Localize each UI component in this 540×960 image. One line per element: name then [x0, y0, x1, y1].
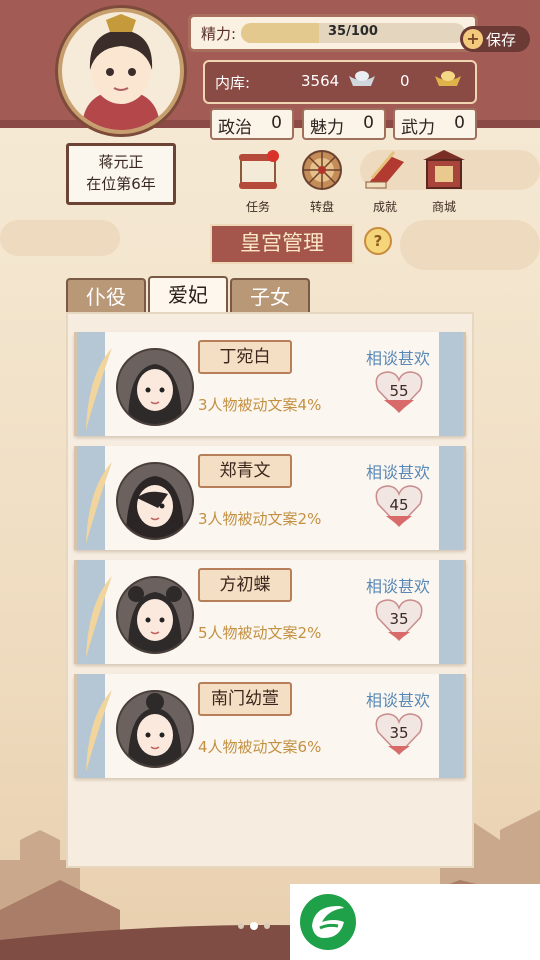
consort-relation: 相谈甚欢	[366, 463, 431, 482]
consort-card[interactable]: 南门幼萱 4人物被动文案6% 相谈甚欢 35	[74, 674, 466, 778]
silver-ingot-icon	[349, 71, 375, 86]
consort-name: 方初蝶	[198, 568, 292, 602]
scroll-task-icon	[239, 150, 279, 189]
cloud-decoration	[400, 220, 540, 270]
section-title: 皇宫管理	[210, 224, 354, 264]
menu-wheel-button[interactable]: 转盘	[292, 148, 352, 218]
treasury-label: 内库:	[215, 74, 251, 92]
save-button[interactable]: + 保存	[460, 26, 530, 52]
consort-description: 3人物被动文案2%	[198, 510, 322, 528]
consort-portrait	[116, 348, 194, 426]
save-label: 保存	[486, 31, 517, 49]
energy-panel: 精力: 35/100	[188, 14, 478, 52]
player-avatar[interactable]	[58, 8, 184, 134]
menu-shop-button[interactable]: 商城	[414, 148, 474, 218]
page-dot-active[interactable]	[250, 922, 258, 930]
plus-icon: +	[463, 29, 483, 49]
menu-label: 任务	[245, 200, 270, 214]
energy-label: 精力:	[201, 25, 237, 43]
consort-name: 丁宛白	[198, 340, 292, 374]
menu-label: 商城	[431, 200, 456, 214]
energy-value: 35/100	[328, 24, 378, 39]
page-indicator	[232, 916, 292, 936]
favor-value: 35	[389, 610, 409, 628]
treasury-panel: 内库: 3564 0	[203, 60, 477, 104]
tab-children[interactable]: 子女	[230, 278, 310, 314]
consort-relation: 相谈甚欢	[366, 349, 431, 368]
consort-portrait	[116, 690, 194, 768]
stat-value: 0	[454, 113, 465, 133]
silver-amount: 3564	[301, 72, 340, 90]
watermark-logo-area	[290, 884, 540, 960]
page-dot[interactable]	[264, 923, 270, 929]
feather-icon	[86, 462, 112, 544]
stat-military: 武力 0	[393, 108, 477, 140]
menu-task-button[interactable]: 任务	[228, 148, 288, 218]
favor-value: 35	[389, 724, 409, 742]
menu-label: 成就	[372, 200, 397, 214]
tab-consorts[interactable]: 爱妃	[148, 276, 228, 314]
feather-icon	[86, 690, 112, 772]
menu-label: 转盘	[309, 200, 334, 214]
leaf-logo-icon	[300, 894, 356, 950]
consort-card[interactable]: 郑青文 3人物被动文案2% 相谈甚欢 45	[74, 446, 466, 550]
page-dot[interactable]	[238, 923, 244, 929]
consort-name: 南门幼萱	[198, 682, 292, 716]
stat-label: 武力	[401, 118, 435, 138]
cloud-decoration	[0, 220, 120, 256]
achievement-icon	[365, 151, 404, 189]
wheel-icon	[302, 150, 342, 190]
consort-relation: 相谈甚欢	[366, 691, 431, 710]
feather-icon	[86, 348, 112, 430]
consort-card[interactable]: 丁宛白 3人物被动文案4% 相谈甚欢 55	[74, 332, 466, 436]
card-right-bar	[439, 332, 466, 436]
gold-ingot-icon	[435, 71, 461, 86]
shop-icon	[423, 150, 465, 189]
consort-description: 3人物被动文案4%	[198, 396, 322, 414]
consort-card[interactable]: 方初蝶 5人物被动文案2% 相谈甚欢 35	[74, 560, 466, 664]
consort-name: 郑青文	[198, 454, 292, 488]
consort-portrait	[116, 576, 194, 654]
player-nameplate: 蒋元正 在位第6年	[66, 143, 176, 205]
stat-label: 魅力	[310, 118, 344, 138]
energy-bar: 35/100	[241, 23, 465, 43]
tab-servants[interactable]: 仆役	[66, 278, 146, 314]
stat-label: 政治	[218, 118, 252, 138]
stat-value: 0	[271, 113, 282, 133]
card-right-bar	[439, 446, 466, 550]
reign-year: 在位第6年	[86, 175, 156, 193]
card-right-bar	[439, 674, 466, 778]
stat-charm: 魅力 0	[302, 108, 386, 140]
help-button[interactable]: ?	[364, 227, 392, 255]
player-name: 蒋元正	[98, 153, 144, 171]
menu-achievement-button[interactable]: 成就	[355, 148, 415, 218]
favor-value: 55	[389, 382, 409, 400]
gold-amount: 0	[400, 72, 410, 90]
feather-icon	[86, 576, 112, 658]
stat-politics: 政治 0	[210, 108, 294, 140]
consort-relation: 相谈甚欢	[366, 577, 431, 596]
favor-value: 45	[389, 496, 409, 514]
card-right-bar	[439, 560, 466, 664]
stat-value: 0	[363, 113, 374, 133]
consort-portrait	[116, 462, 194, 540]
consort-description: 4人物被动文案6%	[198, 738, 322, 756]
consort-description: 5人物被动文案2%	[198, 624, 322, 642]
